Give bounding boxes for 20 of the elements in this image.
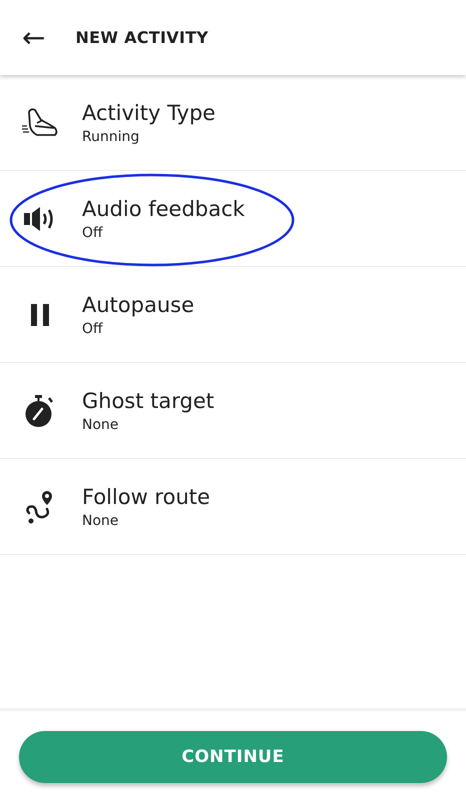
setting-label: Activity Type xyxy=(82,100,216,124)
setting-label: Follow route xyxy=(82,484,210,508)
setting-label: Ghost target xyxy=(82,388,214,412)
setting-row[interactable]: Autopause Off xyxy=(0,267,466,363)
route-icon xyxy=(25,488,55,524)
setting-row[interactable]: Ghost target None xyxy=(0,363,466,459)
setting-value: None xyxy=(82,416,120,432)
setting-row[interactable]: Audio feedback Off xyxy=(0,171,466,267)
setting-value: Off xyxy=(82,224,104,240)
setting-label: Autopause xyxy=(82,292,194,316)
pause-icon xyxy=(29,302,51,326)
setting-row[interactable]: Follow route None xyxy=(0,459,466,555)
setting-row[interactable]: Activity Type Running xyxy=(0,75,466,171)
setting-value: None xyxy=(82,512,120,528)
setting-value: Off xyxy=(82,320,104,336)
screen-title: NEW ACTIVITY xyxy=(75,28,208,47)
setting-value: Running xyxy=(82,128,140,144)
stopwatch-icon xyxy=(24,394,56,428)
back-button[interactable]: ← xyxy=(22,24,46,52)
setting-label: Audio feedback xyxy=(82,196,245,220)
